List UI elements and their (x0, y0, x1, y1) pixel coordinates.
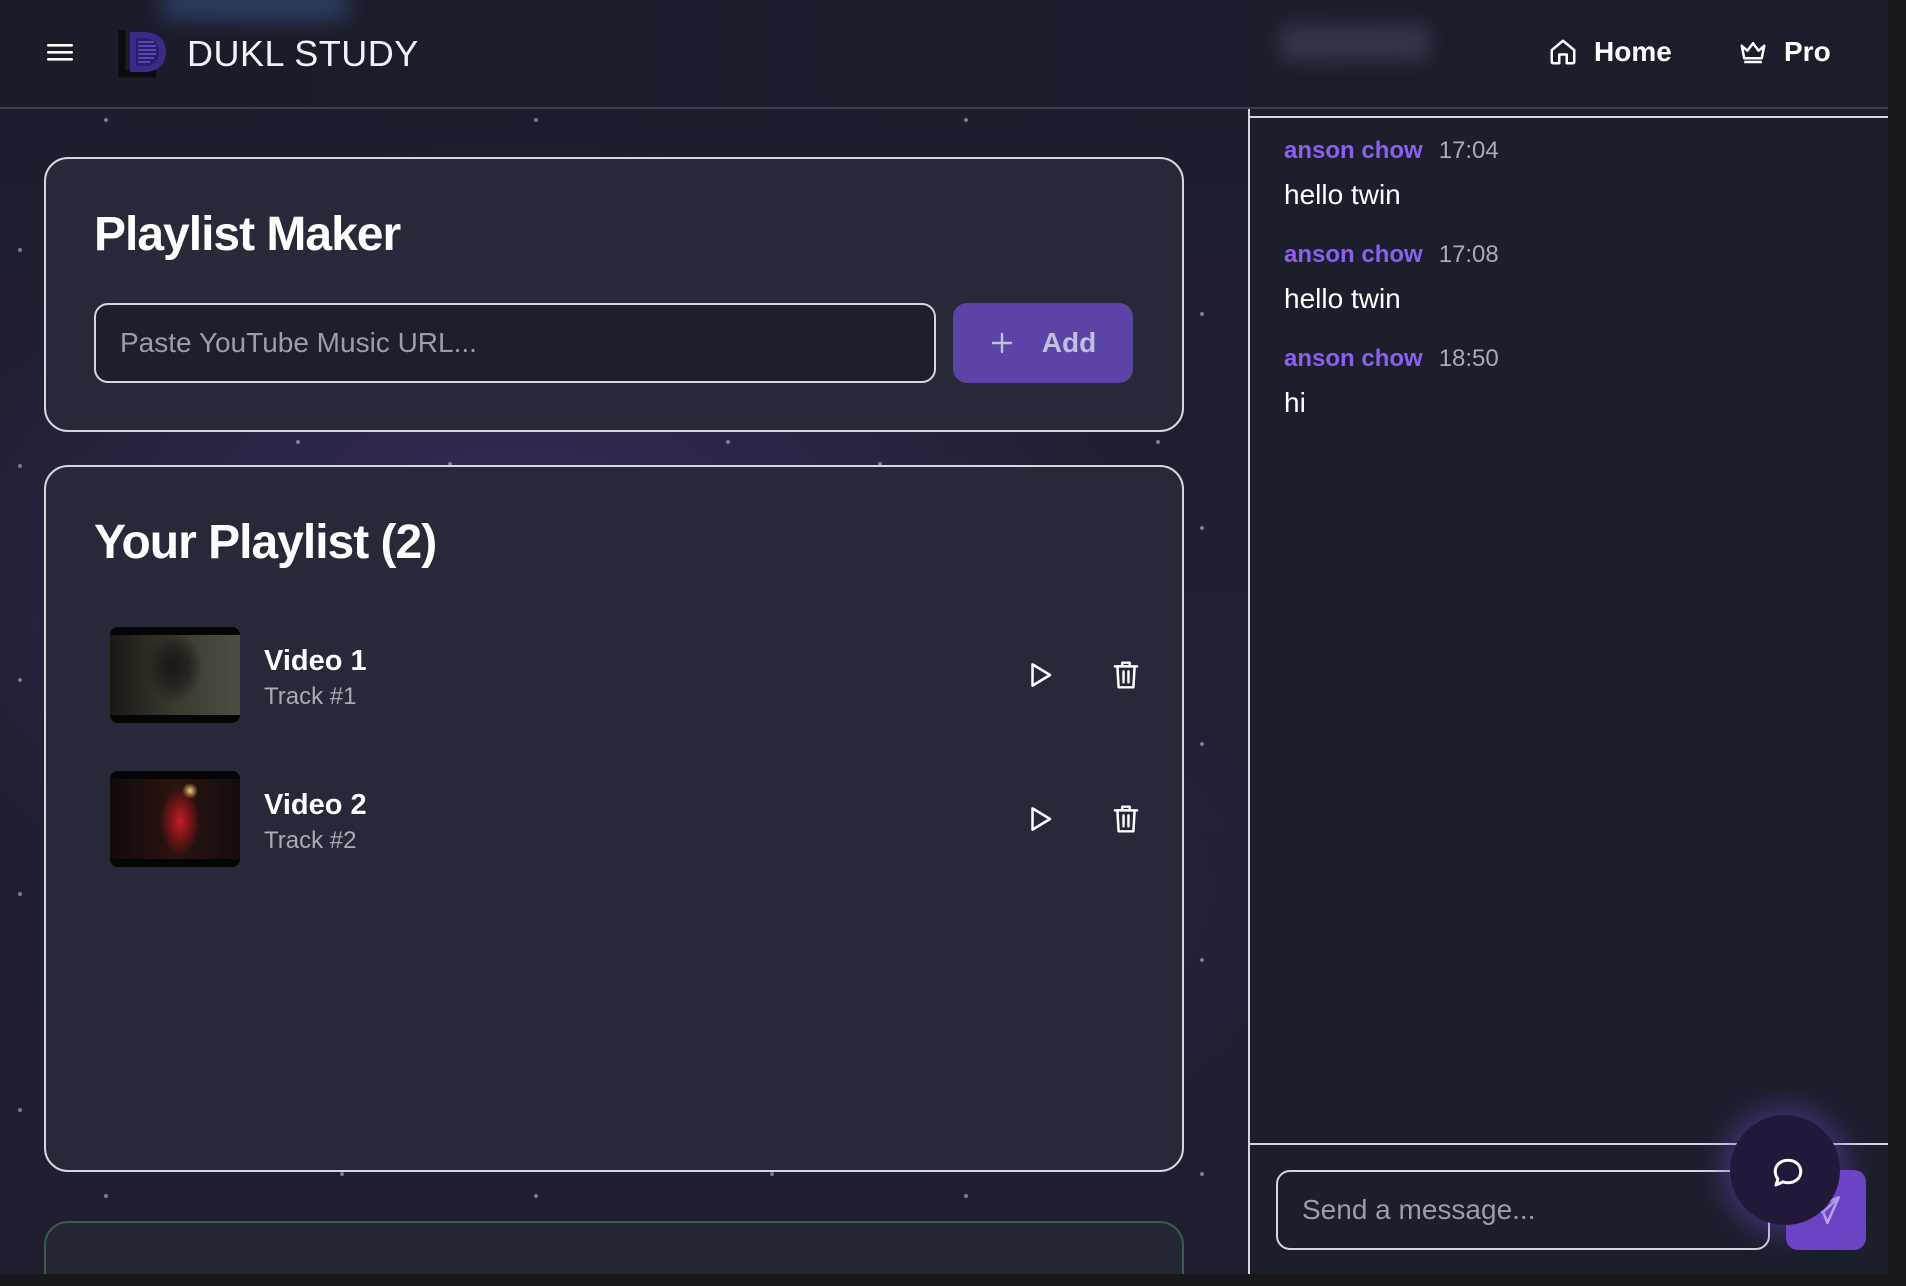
message-author[interactable]: anson chow (1284, 345, 1423, 373)
star-dot (534, 1194, 538, 1198)
track-title: Video 2 (264, 789, 367, 821)
nav-home-label: Home (1594, 36, 1672, 67)
trash-icon[interactable] (1104, 797, 1148, 841)
track-thumbnail[interactable] (110, 771, 240, 867)
playlist-track[interactable]: Video 1 Track #1 (110, 627, 1139, 723)
track-number: Track #2 (264, 827, 357, 854)
chat-panel: anson chow 17:04 hello twin anson chow 1… (1248, 109, 1888, 1274)
crown-icon (1740, 42, 1766, 64)
app-viewport: DUKL STUDY Home Pro Playlist Maker Add (0, 0, 1888, 1274)
playlist-maker-card: Playlist Maker Add (44, 157, 1184, 432)
chat-message: anson chow 18:50 hi (1284, 345, 1499, 419)
chat-divider-top (1250, 116, 1888, 118)
track-number: Track #1 (264, 683, 357, 710)
your-playlist-card: Your Playlist (2) Video 1 Track #1 Video… (44, 465, 1184, 1172)
playlist-maker-title: Playlist Maker (94, 208, 401, 261)
star-dot (104, 118, 108, 122)
play-icon[interactable] (1018, 797, 1062, 841)
chat-header-blurred (1280, 24, 1430, 62)
chat-bubble-icon[interactable] (1770, 1155, 1806, 1191)
message-text: hi (1284, 387, 1306, 418)
star-dot (296, 440, 300, 444)
star-dot (18, 1108, 22, 1112)
message-time: 18:50 (1438, 345, 1499, 372)
playlist-track[interactable]: Video 2 Track #2 (110, 771, 1139, 867)
star-dot (964, 118, 968, 122)
add-track-button[interactable]: Add (953, 303, 1133, 383)
message-text: hello twin (1284, 283, 1401, 314)
star-dot (18, 678, 22, 682)
hamburger-menu-icon[interactable] (44, 38, 76, 66)
star-dot (1200, 742, 1204, 746)
star-dot (18, 464, 22, 468)
message-time: 17:04 (1438, 137, 1499, 164)
play-icon[interactable] (1018, 653, 1062, 697)
star-dot (1200, 958, 1204, 962)
plus-icon (991, 332, 1012, 354)
brand-name[interactable]: DUKL STUDY (187, 33, 419, 75)
next-card-partial (44, 1221, 1184, 1274)
message-time: 17:08 (1438, 241, 1499, 268)
star-dot (1200, 312, 1204, 316)
trash-icon[interactable] (1104, 653, 1148, 697)
logo-icon[interactable] (116, 26, 170, 78)
nav-pro-label: Pro (1784, 36, 1831, 67)
chat-message: anson chow 17:04 hello twin (1284, 137, 1499, 211)
star-dot (1200, 1172, 1204, 1176)
star-dot (964, 1194, 968, 1198)
top-header: DUKL STUDY Home Pro (0, 0, 1888, 109)
star-dot (534, 118, 538, 122)
nav-home[interactable]: Home (1548, 32, 1672, 72)
star-dot (18, 892, 22, 896)
star-dot (18, 248, 22, 252)
star-dot (340, 1172, 344, 1176)
message-text: hello twin (1284, 179, 1401, 210)
track-thumbnail[interactable] (110, 627, 240, 723)
star-dot (104, 1194, 108, 1198)
star-dot (770, 1172, 774, 1176)
window-edge-bottom (0, 1274, 1906, 1286)
star-dot (726, 440, 730, 444)
star-dot (1200, 526, 1204, 530)
chat-message: anson chow 17:08 hello twin (1284, 241, 1499, 315)
track-title: Video 1 (264, 645, 367, 677)
chat-message-input[interactable] (1276, 1170, 1770, 1250)
nav-pro[interactable]: Pro (1738, 32, 1831, 72)
header-glow (160, 0, 350, 20)
youtube-url-input[interactable] (94, 303, 936, 383)
playlist-title: Your Playlist (2) (94, 516, 437, 569)
message-author[interactable]: anson chow (1284, 241, 1423, 269)
window-edge-right (1888, 0, 1906, 1286)
star-dot (1156, 440, 1160, 444)
home-icon (1550, 39, 1576, 65)
add-button-label: Add (1041, 327, 1097, 358)
message-author[interactable]: anson chow (1284, 137, 1423, 165)
